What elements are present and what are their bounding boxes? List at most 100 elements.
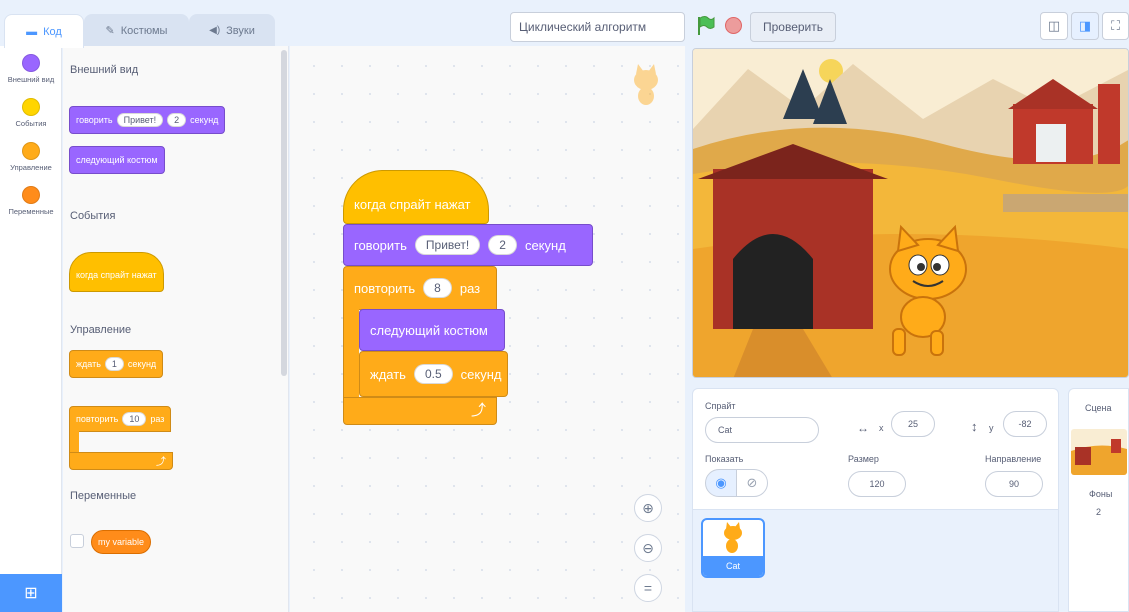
direction-label: Направление [985,454,1042,464]
category-variables[interactable]: Переменные [0,186,62,216]
size-input[interactable]: 120 [848,471,906,497]
repeat-times-field[interactable]: 10 [122,412,147,426]
stage[interactable] [692,48,1129,378]
brush-icon: ✎ [105,25,115,37]
repeat-unit: раз [150,414,165,424]
palette-heading-events: События [70,210,116,222]
script-say-block[interactable]: говорить Привет! 2 секунд [343,224,593,266]
zoom-out-icon[interactable]: ⊖ [634,534,662,562]
y-input[interactable]: -82 [1003,411,1047,437]
script-hat-label: когда спрайт нажат [354,196,471,212]
stop-icon[interactable] [725,17,742,34]
large-stage-icon[interactable]: ◨ [1071,12,1099,40]
y-label: y [989,423,994,433]
tab-sounds[interactable]: ◀) Звуки [189,14,275,46]
script-repeat-foot: ⤴ [343,397,497,425]
speaker-icon: ◀) [209,25,221,36]
script-repeat-arm [343,309,359,397]
check-button-label: Проверить [762,20,823,34]
palette-repeat-block[interactable]: повторить 10 раз [69,406,172,432]
sprite-watermark-icon [626,64,666,111]
project-title-input[interactable]: Циклический алгоритм [510,12,685,42]
script-repeat-unit: раз [459,280,481,296]
scene-panel[interactable]: Сцена Фоны 2 [1068,388,1129,612]
scene-label: Сцена [1085,403,1112,413]
variable-name: my variable [98,537,145,547]
next-costume-label: следующий костюм [76,155,158,165]
script-say-verb: говорить [354,237,407,253]
category-events-label: События [15,119,47,128]
palette-when-clicked-block[interactable]: когда спрайт нажат [69,252,164,292]
backdrops-count: 2 [1096,507,1102,517]
script-repeat-times-field[interactable]: 8 [423,278,452,298]
tab-code-label: Код [43,25,62,38]
sprite-item-cat[interactable]: Cat [701,518,765,578]
category-control-label: Управление [10,163,52,172]
block-palette: Внешний вид говорить Привет! 2 секунд сл… [63,46,289,612]
script-next-costume-block[interactable]: следующий костюм [359,309,505,351]
events-dot-icon [22,98,40,116]
say-unit: секунд [190,115,219,125]
tab-code[interactable]: ▬ Код [4,14,84,48]
script-repeat-block[interactable]: повторить 8 раз [343,266,497,310]
show-label: Показать [705,454,744,464]
script-say-secs-field[interactable]: 2 [488,235,517,255]
script-hat-block[interactable]: когда спрайт нажат [343,170,489,224]
palette-scrollbar[interactable] [281,50,287,376]
check-button[interactable]: Проверить [750,12,836,42]
size-label: Размер [848,454,879,464]
tab-costumes[interactable]: ✎ Костюмы [84,14,189,46]
variable-checkbox[interactable] [70,534,84,548]
control-dot-icon [22,142,40,160]
zoom-reset-icon[interactable]: = [634,574,662,602]
script-say-unit: секунд [524,237,566,253]
palette-say-block[interactable]: говорить Привет! 2 секунд [69,106,226,134]
add-extension-button[interactable]: ⊞ [0,574,62,612]
tab-sounds-label: Звуки [226,24,255,37]
direction-value: 90 [1008,479,1019,489]
direction-input[interactable]: 90 [985,471,1043,497]
eye-off-icon: ⊘ [746,475,758,490]
fullscreen-icon[interactable]: ⛶ [1102,12,1129,40]
backdrop-thumbnail[interactable] [1071,429,1127,475]
script-say-text-field[interactable]: Привет! [414,235,481,255]
wait-secs-field[interactable]: 1 [104,357,124,371]
show-hidden-button[interactable]: ⊘ [736,469,768,497]
palette-next-costume-block[interactable]: следующий костюм [69,146,165,174]
script-next-costume-label: следующий костюм [370,322,488,338]
add-extension-icon: ⊞ [24,585,38,602]
say-text-field[interactable]: Привет! [116,113,164,127]
x-input[interactable]: 25 [891,411,935,437]
zoom-in-icon[interactable]: ⊕ [634,494,662,522]
y-arrow-icon: ↕ [971,419,978,434]
eye-icon: ◉ [715,475,727,490]
sprite-info-panel: Спрайт Cat ↔ x 25 ↕ y -82 Показать ◉ ⊘ Р… [692,388,1059,510]
category-control[interactable]: Управление [0,142,62,172]
code-icon: ▬ [26,25,38,38]
script-wait-secs-field[interactable]: 0.5 [413,364,453,384]
palette-variable-reporter[interactable]: my variable [91,530,152,554]
green-flag-icon[interactable] [696,14,716,38]
script-wait-verb: ждать [370,366,406,382]
category-looks[interactable]: Внешний вид [0,54,62,84]
script-wait-block[interactable]: ждать 0.5 секунд [359,351,508,397]
small-stage-icon[interactable]: ◫ [1040,12,1068,40]
say-verb: говорить [76,115,113,125]
looks-dot-icon [22,54,40,72]
script-area[interactable]: когда спрайт нажат говорить Привет! 2 се… [290,46,685,612]
category-events[interactable]: События [0,98,62,128]
show-visible-button[interactable]: ◉ [705,469,737,497]
category-menu: Внешний вид События Управление Переменны… [0,46,62,612]
script-wait-unit: секунд [460,366,502,382]
x-arrow-icon: ↔ [857,421,869,435]
palette-heading-variables: Переменные [70,490,137,502]
sprite-name-input[interactable]: Cat [705,417,819,443]
wait-unit: секунд [127,359,157,369]
stage-backdrop [693,49,1128,377]
palette-wait-block[interactable]: ждать 1 секунд [69,350,164,378]
category-looks-label: Внешний вид [7,75,55,84]
palette-repeat-arm [69,431,79,453]
sprite-list: Cat [692,510,1059,612]
y-value: -82 [1018,419,1032,429]
say-secs-field[interactable]: 2 [167,113,187,127]
